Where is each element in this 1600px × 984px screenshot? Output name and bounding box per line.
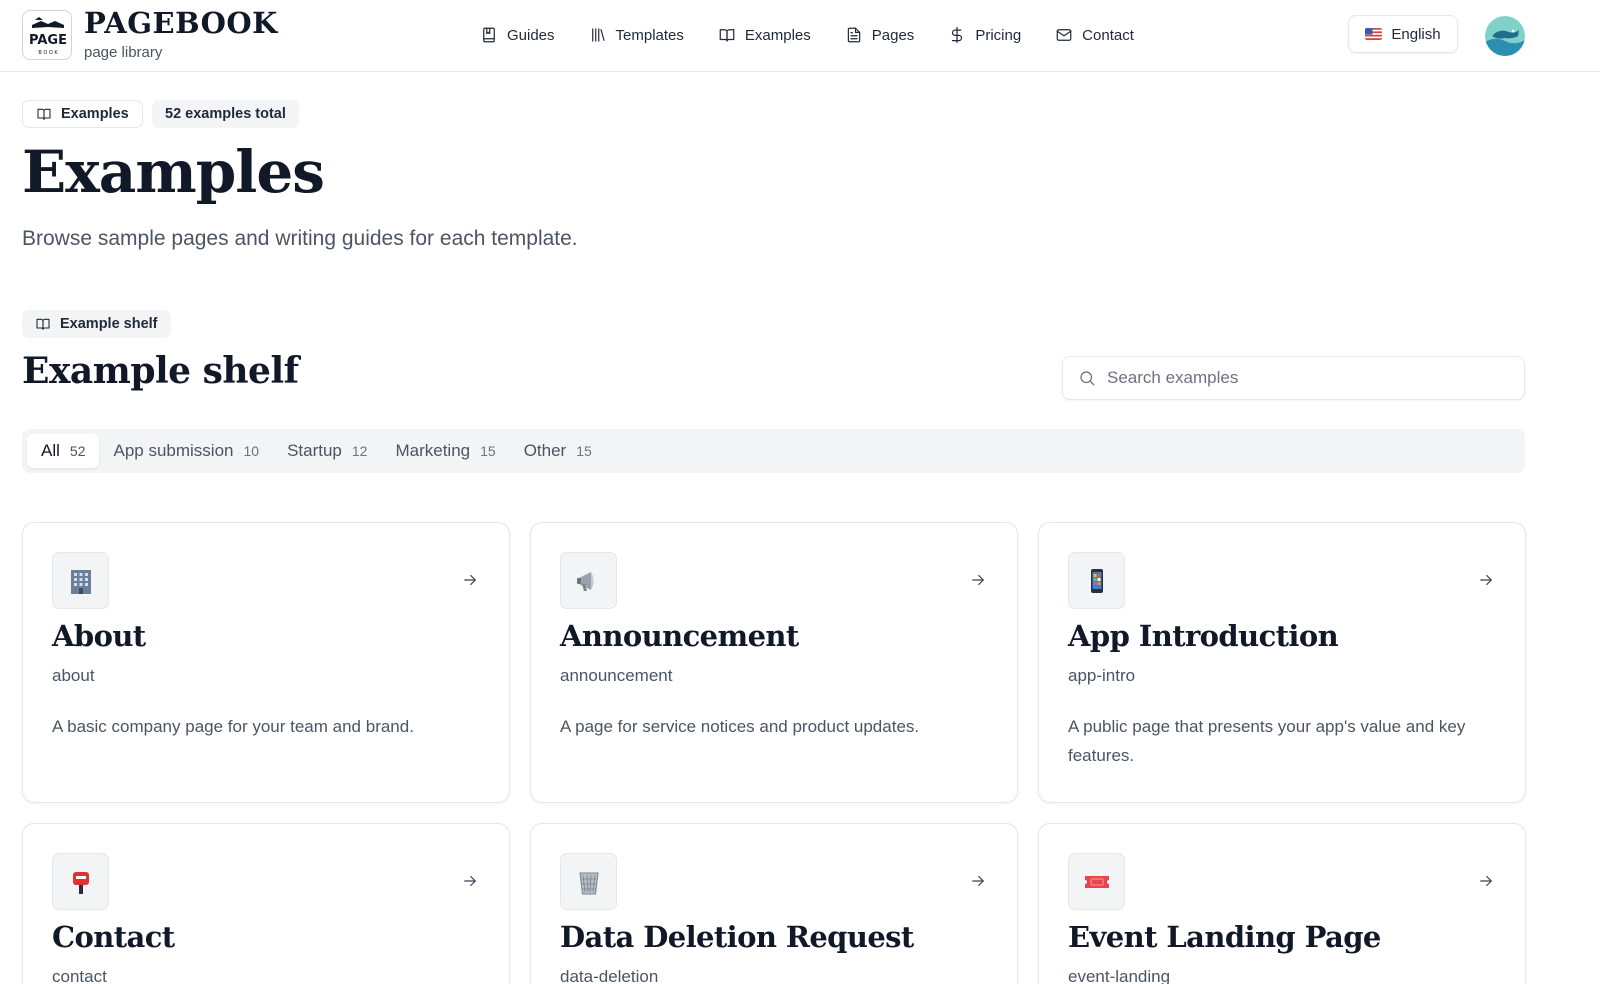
nav-guides-label: Guides: [507, 26, 555, 44]
example-card-announcement[interactable]: Announcement announcement A page for ser…: [530, 522, 1018, 803]
tab-other[interactable]: Other 15: [510, 434, 606, 468]
tab-other-label: Other: [523, 441, 567, 460]
file-text-icon: [847, 27, 860, 43]
page-description: Browse sample pages and writing guides f…: [22, 227, 578, 250]
example-shelf-chip: Example shelf: [22, 310, 171, 338]
examples-total-label: 52 examples total: [165, 106, 286, 122]
pagebook-logo[interactable]: PAGE B O O K: [22, 10, 72, 60]
tab-startup-label: Startup: [287, 441, 342, 460]
tab-marketing-count: 15: [480, 443, 496, 459]
breadcrumb-examples-label: Examples: [61, 106, 129, 122]
arrow-right-icon: [1477, 872, 1495, 890]
ticket-icon: [1084, 875, 1109, 888]
card-icon-box: [1068, 552, 1125, 609]
card-icon-box: [560, 552, 617, 609]
tab-app-submission-count: 10: [243, 443, 260, 459]
arrow-right-icon: [969, 571, 987, 589]
tab-app-submission-label: App submission: [113, 441, 234, 460]
tab-startup-count: 12: [351, 443, 368, 459]
tab-marketing[interactable]: Marketing 15: [381, 434, 509, 468]
example-card-about[interactable]: About about A basic company page for you…: [22, 522, 510, 803]
card-slug: app-intro: [1068, 666, 1136, 685]
section-title: Example shelf: [22, 350, 299, 392]
nav-pricing-label: Pricing: [975, 26, 1022, 44]
arrow-right-icon: [461, 571, 479, 589]
card-icon-box: [560, 853, 617, 910]
open-book-icon: [719, 29, 735, 42]
card-description: A basic company page for your team and b…: [52, 717, 414, 736]
page-title: Examples: [22, 138, 325, 206]
wastebasket-icon: [578, 872, 599, 894]
nav-contact[interactable]: Contact: [1055, 26, 1134, 44]
tab-all-label: All: [41, 441, 60, 460]
dollar-icon: [952, 26, 963, 44]
card-icon-box: [52, 552, 109, 609]
card-title: Announcement: [560, 619, 799, 653]
card-description: A public page that presents your app's v…: [1068, 717, 1466, 765]
nav-pricing[interactable]: Pricing: [948, 26, 1021, 44]
user-avatar[interactable]: [1485, 16, 1525, 56]
examples-total-badge: 52 examples total: [152, 100, 299, 128]
arrow-right-icon: [1477, 571, 1495, 589]
top-navbar: PAGE B O O K PAGEBOOK page library Guide…: [0, 0, 1600, 72]
tab-all-count: 52: [69, 443, 86, 459]
open-book-icon: [37, 108, 51, 120]
breadcrumb-examples-chip[interactable]: Examples: [22, 100, 143, 128]
nav-examples[interactable]: Examples: [718, 26, 811, 44]
language-label: English: [1391, 25, 1441, 43]
nav-guides[interactable]: Guides: [480, 26, 555, 44]
open-book-icon: [36, 318, 50, 330]
search-icon: [1080, 371, 1095, 386]
card-description: A page for service notices and product u…: [560, 717, 920, 736]
arrow-right-icon: [461, 872, 479, 890]
example-card-app-introduction[interactable]: App Introduction app-intro A public page…: [1038, 522, 1526, 803]
example-card-event-landing-page[interactable]: Event Landing Page event-landing: [1038, 823, 1526, 984]
nav-pages[interactable]: Pages: [845, 26, 915, 44]
card-slug: about: [52, 666, 95, 685]
example-shelf-chip-label: Example shelf: [60, 316, 158, 332]
office-building-icon: [70, 569, 91, 594]
nav-examples-label: Examples: [744, 26, 811, 44]
card-title: About: [52, 619, 146, 653]
card-title: Contact: [52, 920, 175, 954]
example-card-data-deletion-request[interactable]: Data Deletion Request data-deletion: [530, 823, 1018, 984]
language-selector[interactable]: English: [1348, 15, 1458, 53]
arrow-right-icon: [969, 872, 987, 890]
mail-icon: [1056, 29, 1072, 41]
logo-small-text: B O O K: [38, 50, 58, 56]
card-title: Data Deletion Request: [560, 920, 914, 954]
main-nav: Guides Templates Examples Pages Pricing …: [480, 22, 1168, 48]
brand-name[interactable]: PAGEBOOK: [84, 6, 278, 40]
brand-subtitle: page library: [84, 44, 163, 61]
tab-other-count: 15: [576, 443, 592, 459]
nav-contact-label: Contact: [1082, 26, 1134, 44]
postbox-icon: [72, 871, 89, 894]
mobile-phone-icon: [1090, 568, 1103, 593]
card-slug: contact: [52, 967, 107, 984]
us-flag-icon: [1365, 28, 1383, 40]
card-slug: announcement: [560, 666, 673, 685]
library-icon: [591, 28, 605, 42]
card-icon-box: [1068, 853, 1125, 910]
card-icon-box: [52, 853, 109, 910]
nav-templates-label: Templates: [615, 26, 684, 44]
logo-text: PAGE: [29, 33, 67, 48]
example-card-contact[interactable]: Contact contact: [22, 823, 510, 984]
card-title: Event Landing Page: [1068, 920, 1381, 954]
tab-marketing-label: Marketing: [395, 441, 471, 460]
card-slug: event-landing: [1068, 967, 1171, 984]
nav-pages-label: Pages: [871, 26, 915, 44]
card-slug: data-deletion: [560, 967, 659, 984]
nav-templates[interactable]: Templates: [589, 26, 684, 44]
megaphone-icon: [576, 571, 593, 591]
tab-all[interactable]: All 52: [27, 434, 100, 468]
search-box[interactable]: [1062, 356, 1525, 400]
tab-startup[interactable]: Startup 12: [273, 434, 381, 468]
category-tabs: All 52 App submission 10 Startup 12 Mark…: [22, 429, 1525, 473]
card-title: App Introduction: [1068, 619, 1339, 653]
search-input[interactable]: [1107, 368, 1487, 388]
bookmark-book-icon: [483, 27, 495, 43]
tab-app-submission[interactable]: App submission 10: [99, 434, 273, 468]
